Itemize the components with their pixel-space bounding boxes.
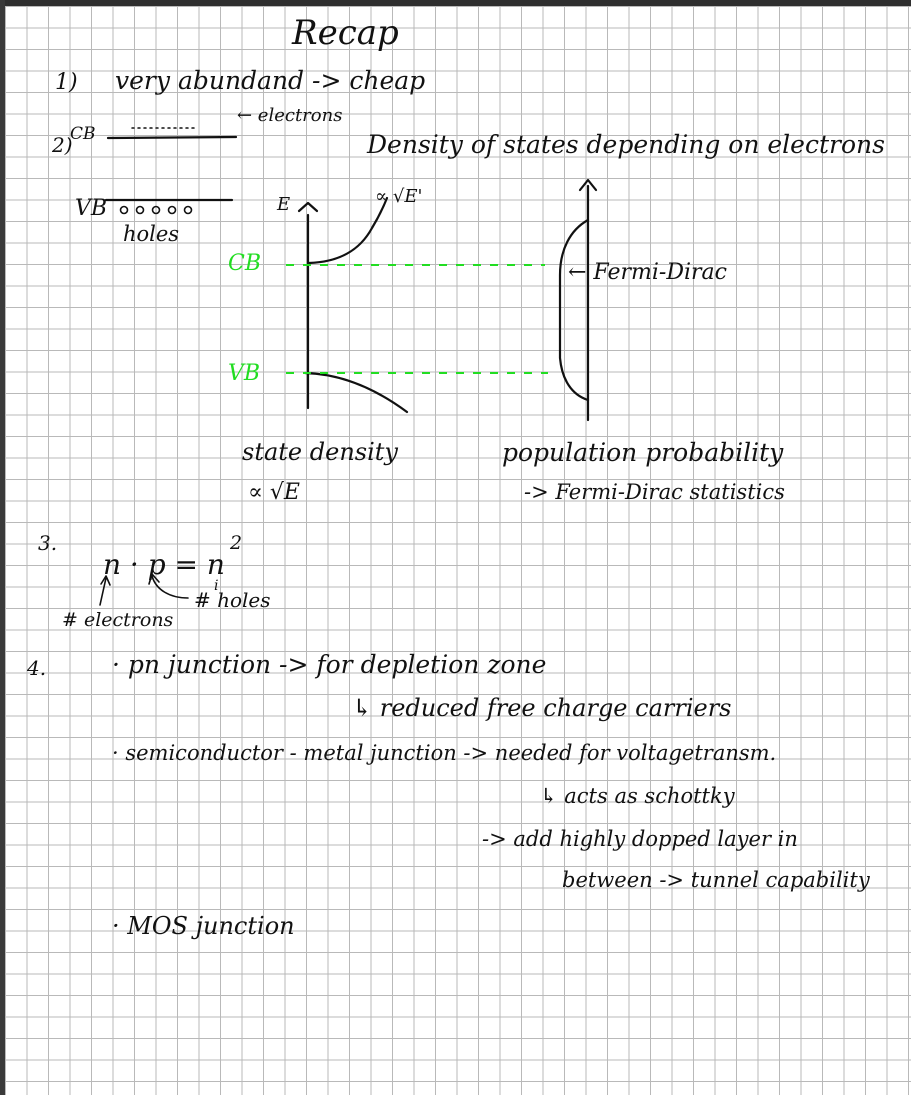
energy-axis-arrow: [297, 201, 319, 213]
hole-circle: [135, 205, 145, 215]
ink-drawings: [99, 127, 598, 606]
hole-circle: [183, 205, 193, 215]
fermi-dirac-curve: [558, 218, 590, 402]
cb-band-line: [106, 135, 238, 140]
vb-curve: [303, 371, 409, 414]
hole-circle: [167, 205, 177, 215]
cb-sqrt-curve: [307, 196, 389, 265]
hole-circle: [119, 205, 129, 215]
hole-circle: [151, 205, 161, 215]
